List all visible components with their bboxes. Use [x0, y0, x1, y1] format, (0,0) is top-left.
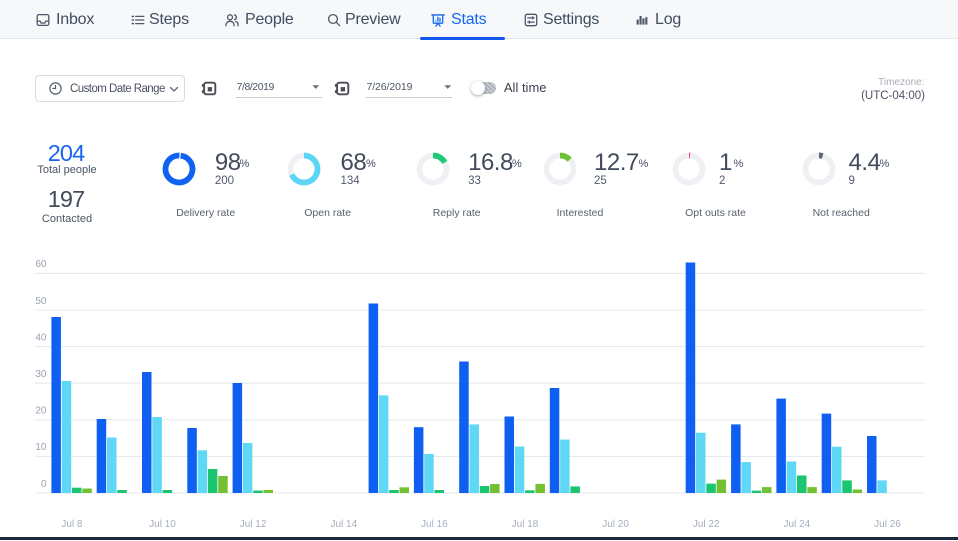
svg-text:Jul 16: Jul 16: [421, 519, 448, 530]
svg-text:0: 0: [41, 479, 47, 490]
svg-text:60: 60: [35, 259, 47, 270]
svg-text:10: 10: [35, 442, 47, 453]
svg-text:50: 50: [35, 296, 47, 307]
svg-text:20: 20: [35, 406, 47, 417]
svg-text:Jul 12: Jul 12: [240, 519, 267, 530]
svg-text:Jul 20: Jul 20: [602, 519, 629, 530]
svg-text:Jul 24: Jul 24: [784, 519, 811, 530]
svg-text:Jul 8: Jul 8: [61, 519, 83, 530]
svg-text:Jul 26: Jul 26: [874, 519, 901, 530]
svg-text:Jul 18: Jul 18: [512, 519, 539, 530]
svg-text:30: 30: [35, 369, 47, 380]
svg-text:Jul 10: Jul 10: [149, 519, 176, 530]
svg-text:Jul 22: Jul 22: [693, 519, 720, 530]
svg-text:Jul 14: Jul 14: [330, 519, 357, 530]
svg-text:40: 40: [35, 332, 47, 343]
